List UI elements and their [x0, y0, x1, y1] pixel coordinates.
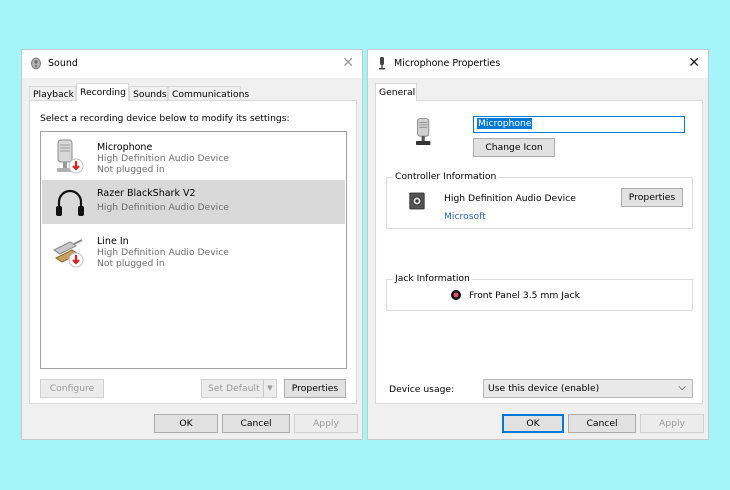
configure-button[interactable]: Configure — [40, 379, 104, 398]
device-status: Not plugged in — [97, 164, 165, 175]
sound-apply-button[interactable]: Apply — [294, 414, 358, 433]
properties-button[interactable]: Properties — [284, 379, 346, 398]
sound-cancel-button[interactable]: Cancel — [222, 414, 290, 433]
controller-properties-button[interactable]: Properties — [621, 188, 683, 207]
chevron-down-icon: ⌵ — [678, 382, 686, 393]
device-list[interactable]: Microphone High Definition Audio Device … — [40, 131, 347, 369]
device-driver: High Definition Audio Device — [97, 247, 229, 258]
jack-information-group: Jack Information Front Panel 3.5 mm Jack — [386, 273, 693, 311]
tab-general[interactable]: General — [375, 83, 417, 101]
general-panel: Microphone Change Icon Controller Inform… — [375, 100, 703, 404]
tab-communications[interactable]: Communications — [168, 86, 249, 101]
speaker-device-icon — [409, 192, 425, 210]
device-name-input[interactable]: Microphone — [473, 116, 685, 133]
sound-titlebar[interactable]: Sound ✕ — [22, 50, 362, 78]
device-name-value: Microphone — [477, 118, 533, 129]
microphone-icon — [57, 139, 84, 174]
speaker-icon — [31, 57, 41, 70]
microphone-icon — [379, 57, 385, 70]
tab-recording[interactable]: Recording — [76, 83, 129, 101]
device-status: Not plugged in — [97, 258, 165, 269]
jack-text: Front Panel 3.5 mm Jack — [469, 290, 580, 301]
sound-close-icon[interactable]: ✕ — [342, 55, 354, 71]
set-default-label: Set Default — [208, 383, 260, 394]
device-driver: High Definition Audio Device — [97, 153, 229, 164]
tab-sounds[interactable]: Sounds — [129, 86, 168, 101]
controller-information-group: Controller Information High Definition A… — [386, 171, 693, 229]
sound-window: Sound ✕ Playback Recording Sounds Commun… — [21, 49, 363, 440]
list-item[interactable]: Line In High Definition Audio Device Not… — [42, 228, 345, 272]
mic-apply-button[interactable]: Apply — [640, 414, 704, 433]
mic-cancel-button[interactable]: Cancel — [568, 414, 636, 433]
change-icon-button[interactable]: Change Icon — [473, 138, 555, 157]
jack-legend: Jack Information — [393, 273, 472, 284]
device-usage-value: Use this device (enable) — [488, 383, 600, 394]
mic-ok-button[interactable]: OK — [502, 414, 564, 433]
sound-ok-button[interactable]: OK — [154, 414, 218, 433]
recording-instruction: Select a recording device below to modif… — [40, 113, 290, 124]
set-default-button[interactable]: Set Default ▼ — [201, 379, 277, 398]
recording-panel: Select a recording device below to modif… — [29, 100, 357, 404]
mic-props-titlebar[interactable]: Microphone Properties ✕ — [368, 50, 708, 78]
device-name: Microphone — [97, 142, 153, 153]
line-in-icon — [53, 239, 84, 268]
mic-props-close-icon[interactable]: ✕ — [688, 55, 700, 71]
device-name: Line In — [97, 236, 129, 247]
list-item-selected[interactable]: Razer BlackShark V2 High Definition Audi… — [42, 180, 345, 224]
headset-icon — [56, 189, 84, 216]
list-item[interactable]: Microphone High Definition Audio Device … — [42, 134, 345, 178]
tab-playback[interactable]: Playback — [29, 86, 76, 101]
mic-props-title: Microphone Properties — [394, 58, 501, 69]
device-usage-select[interactable]: Use this device (enable) ⌵ — [483, 379, 693, 398]
device-usage-label: Device usage: — [389, 384, 455, 395]
device-name: Razer BlackShark V2 — [97, 188, 196, 199]
device-microphone-icon — [416, 118, 431, 145]
microphone-properties-window: Microphone Properties ✕ General Micropho… — [367, 49, 709, 440]
device-driver: High Definition Audio Device — [97, 202, 229, 213]
controller-legend: Controller Information — [393, 171, 499, 182]
jack-color-icon — [451, 290, 461, 300]
set-default-dropdown-icon[interactable]: ▼ — [263, 380, 276, 397]
sound-window-title: Sound — [48, 58, 78, 69]
controller-name: High Definition Audio Device — [444, 193, 576, 204]
controller-vendor-link[interactable]: Microsoft — [444, 211, 486, 222]
